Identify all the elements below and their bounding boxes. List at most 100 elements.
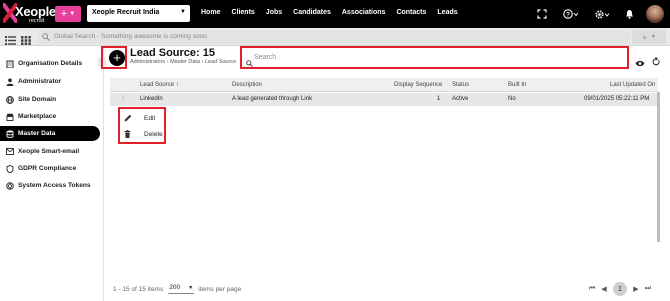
- cell-display-sequence: 1: [437, 96, 441, 102]
- logo-subtext: recruit: [29, 18, 45, 24]
- items-per-page-value: 200: [169, 284, 181, 291]
- envelope-icon: [5, 148, 15, 155]
- sidebar-item-master-data[interactable]: Master Data: [0, 126, 100, 141]
- global-search-placeholder: Global Search - Something awesome is com…: [54, 33, 207, 40]
- chevron-down-icon: ▼: [180, 9, 186, 15]
- eye-icon[interactable]: [635, 54, 645, 72]
- sidebar-item-label: Marketplace: [18, 113, 57, 120]
- sidebar-item-xeople-smart-email[interactable]: Xeople Smart-email: [0, 144, 100, 159]
- chevron-down-icon: ▼: [188, 285, 194, 291]
- sidebar-item-site-domain[interactable]: Site Domain: [0, 92, 100, 107]
- sidebar-item-marketplace[interactable]: Marketplace: [0, 109, 100, 124]
- pagination-info: 1 - 15 of 15 items 200 ▼ items per page: [113, 284, 241, 294]
- sidebar-item-administrator[interactable]: Administrator: [0, 74, 100, 89]
- column-header-built-in[interactable]: Built In: [508, 82, 526, 88]
- item-range-text: 1 - 15 of 15 items: [113, 285, 164, 293]
- cell-status: Active: [452, 96, 469, 102]
- nav-home[interactable]: Home: [201, 9, 220, 16]
- sidebar-item-label: GDPR Compliance: [18, 165, 77, 172]
- column-header-display-sequence[interactable]: Display Sequence: [394, 82, 442, 88]
- sidebar-item-system-access-tokens[interactable]: System Access Tokens: [0, 178, 100, 193]
- store-icon: [5, 113, 15, 121]
- sort-ascending-icon: ↑: [175, 82, 179, 88]
- breadcrumb-item[interactable]: Administrators: [130, 59, 165, 65]
- toolbar: Global Search - Something awesome is com…: [0, 28, 670, 46]
- cell-built-in: No: [508, 96, 516, 102]
- avatar[interactable]: [646, 5, 664, 23]
- logo[interactable]: Xeople recruit: [3, 2, 56, 26]
- column-label: Lead Source: [140, 82, 175, 88]
- plus-icon: +: [60, 8, 68, 20]
- plus-icon: +: [642, 32, 647, 42]
- sidebar-item-label: System Access Tokens: [18, 182, 91, 189]
- search-input[interactable]: Search: [240, 46, 629, 69]
- add-dropdown-button[interactable]: + ▼: [632, 30, 666, 44]
- current-page-button[interactable]: 1: [613, 282, 627, 296]
- last-page-icon[interactable]: ⏭: [642, 285, 654, 293]
- sidebar-item-label: Organisation Details: [18, 60, 83, 67]
- database-icon: [5, 129, 15, 138]
- pencil-icon: [124, 114, 134, 122]
- items-per-page-select[interactable]: 200 ▼: [168, 284, 195, 294]
- sidebar-item-organisation-details[interactable]: Organisation Details: [0, 56, 100, 71]
- chevron-down-icon: ▼: [650, 34, 656, 40]
- fullscreen-icon[interactable]: [537, 9, 547, 19]
- sidebar-item-gdpr-compliance[interactable]: GDPR Compliance: [0, 161, 100, 176]
- key-icon: [5, 181, 15, 190]
- search-placeholder: Search: [254, 54, 277, 61]
- nav-candidates[interactable]: Candidates: [293, 9, 331, 16]
- table-row[interactable]: · · · LinkedIn A lead generated through Li…: [110, 93, 658, 106]
- nav-jobs[interactable]: Jobs: [266, 9, 282, 16]
- shield-icon: [5, 164, 15, 173]
- refresh-icon[interactable]: [652, 53, 660, 71]
- pagination: ⏮ ◀ 1 ▶ ⏭: [586, 282, 654, 296]
- first-page-icon[interactable]: ⏮: [586, 285, 598, 293]
- global-search-input[interactable]: Global Search - Something awesome is com…: [38, 30, 630, 44]
- column-header-last-updated[interactable]: Last Updated On: [610, 82, 655, 88]
- sidebar-item-label: Administrator: [18, 78, 62, 85]
- column-header-lead-source[interactable]: Lead Source ↑: [140, 82, 179, 88]
- breadcrumb-item[interactable]: Master Data: [170, 59, 200, 65]
- bell-icon[interactable]: [625, 9, 634, 19]
- breadcrumb: Administrators › Master Data › Lead Sour…: [130, 59, 236, 65]
- person-icon: [5, 78, 15, 86]
- cell-last-updated: 09/01/2025 05:22:11 PM: [584, 96, 650, 102]
- main-nav: Home Clients Jobs Candidates Association…: [201, 9, 469, 16]
- highlight-box: [101, 46, 127, 69]
- menu-item-edit[interactable]: Edit: [124, 112, 155, 124]
- top-icons: ?: [529, 0, 670, 28]
- items-per-page-label: items per page: [198, 285, 242, 293]
- quick-add-button[interactable]: + ▼: [55, 6, 81, 22]
- lead-source-table: Lead Source ↑ Description Display Sequen…: [110, 78, 658, 278]
- svg-text:?: ?: [566, 11, 570, 18]
- sidebar: Organisation Details Administrator Site …: [0, 46, 106, 301]
- next-page-icon[interactable]: ▶: [630, 285, 642, 293]
- scrollbar[interactable]: [657, 92, 660, 242]
- previous-page-icon[interactable]: ◀: [598, 285, 610, 293]
- column-header-description[interactable]: Description: [232, 82, 262, 88]
- row-menu-icon[interactable]: · · ·: [122, 93, 124, 104]
- company-select[interactable]: Xeople Recruit India ▼: [87, 5, 190, 22]
- nav-contacts[interactable]: Contacts: [396, 9, 426, 16]
- logo-text: Xeople: [15, 4, 56, 19]
- menu-item-delete[interactable]: Delete: [124, 128, 163, 140]
- search-icon: [246, 54, 253, 72]
- nav-clients[interactable]: Clients: [231, 9, 254, 16]
- sidebar-item-label: Master Data: [18, 130, 56, 137]
- chevron-down-icon: ▼: [69, 11, 76, 17]
- help-icon[interactable]: ?: [563, 9, 578, 19]
- nav-leads[interactable]: Leads: [437, 9, 457, 16]
- column-header-status[interactable]: Status: [452, 82, 469, 88]
- breadcrumb-current: Lead Source: [204, 59, 237, 65]
- row-context-menu: Edit Delete: [118, 107, 166, 144]
- menu-item-label: Delete: [144, 130, 163, 138]
- nav-associations[interactable]: Associations: [342, 9, 386, 16]
- cell-description: A lead generated through Link: [232, 96, 313, 102]
- sidebar-item-label: Site Domain: [18, 96, 57, 103]
- building-icon: [5, 60, 15, 68]
- page-title: Lead Source: 15: [130, 47, 215, 59]
- top-bar: Xeople recruit + ▼ Xeople Recruit India …: [0, 0, 670, 28]
- gear-icon[interactable]: [594, 9, 609, 20]
- sidebar-item-label: Xeople Smart-email: [18, 148, 80, 155]
- company-select-value: Xeople Recruit India: [92, 9, 160, 16]
